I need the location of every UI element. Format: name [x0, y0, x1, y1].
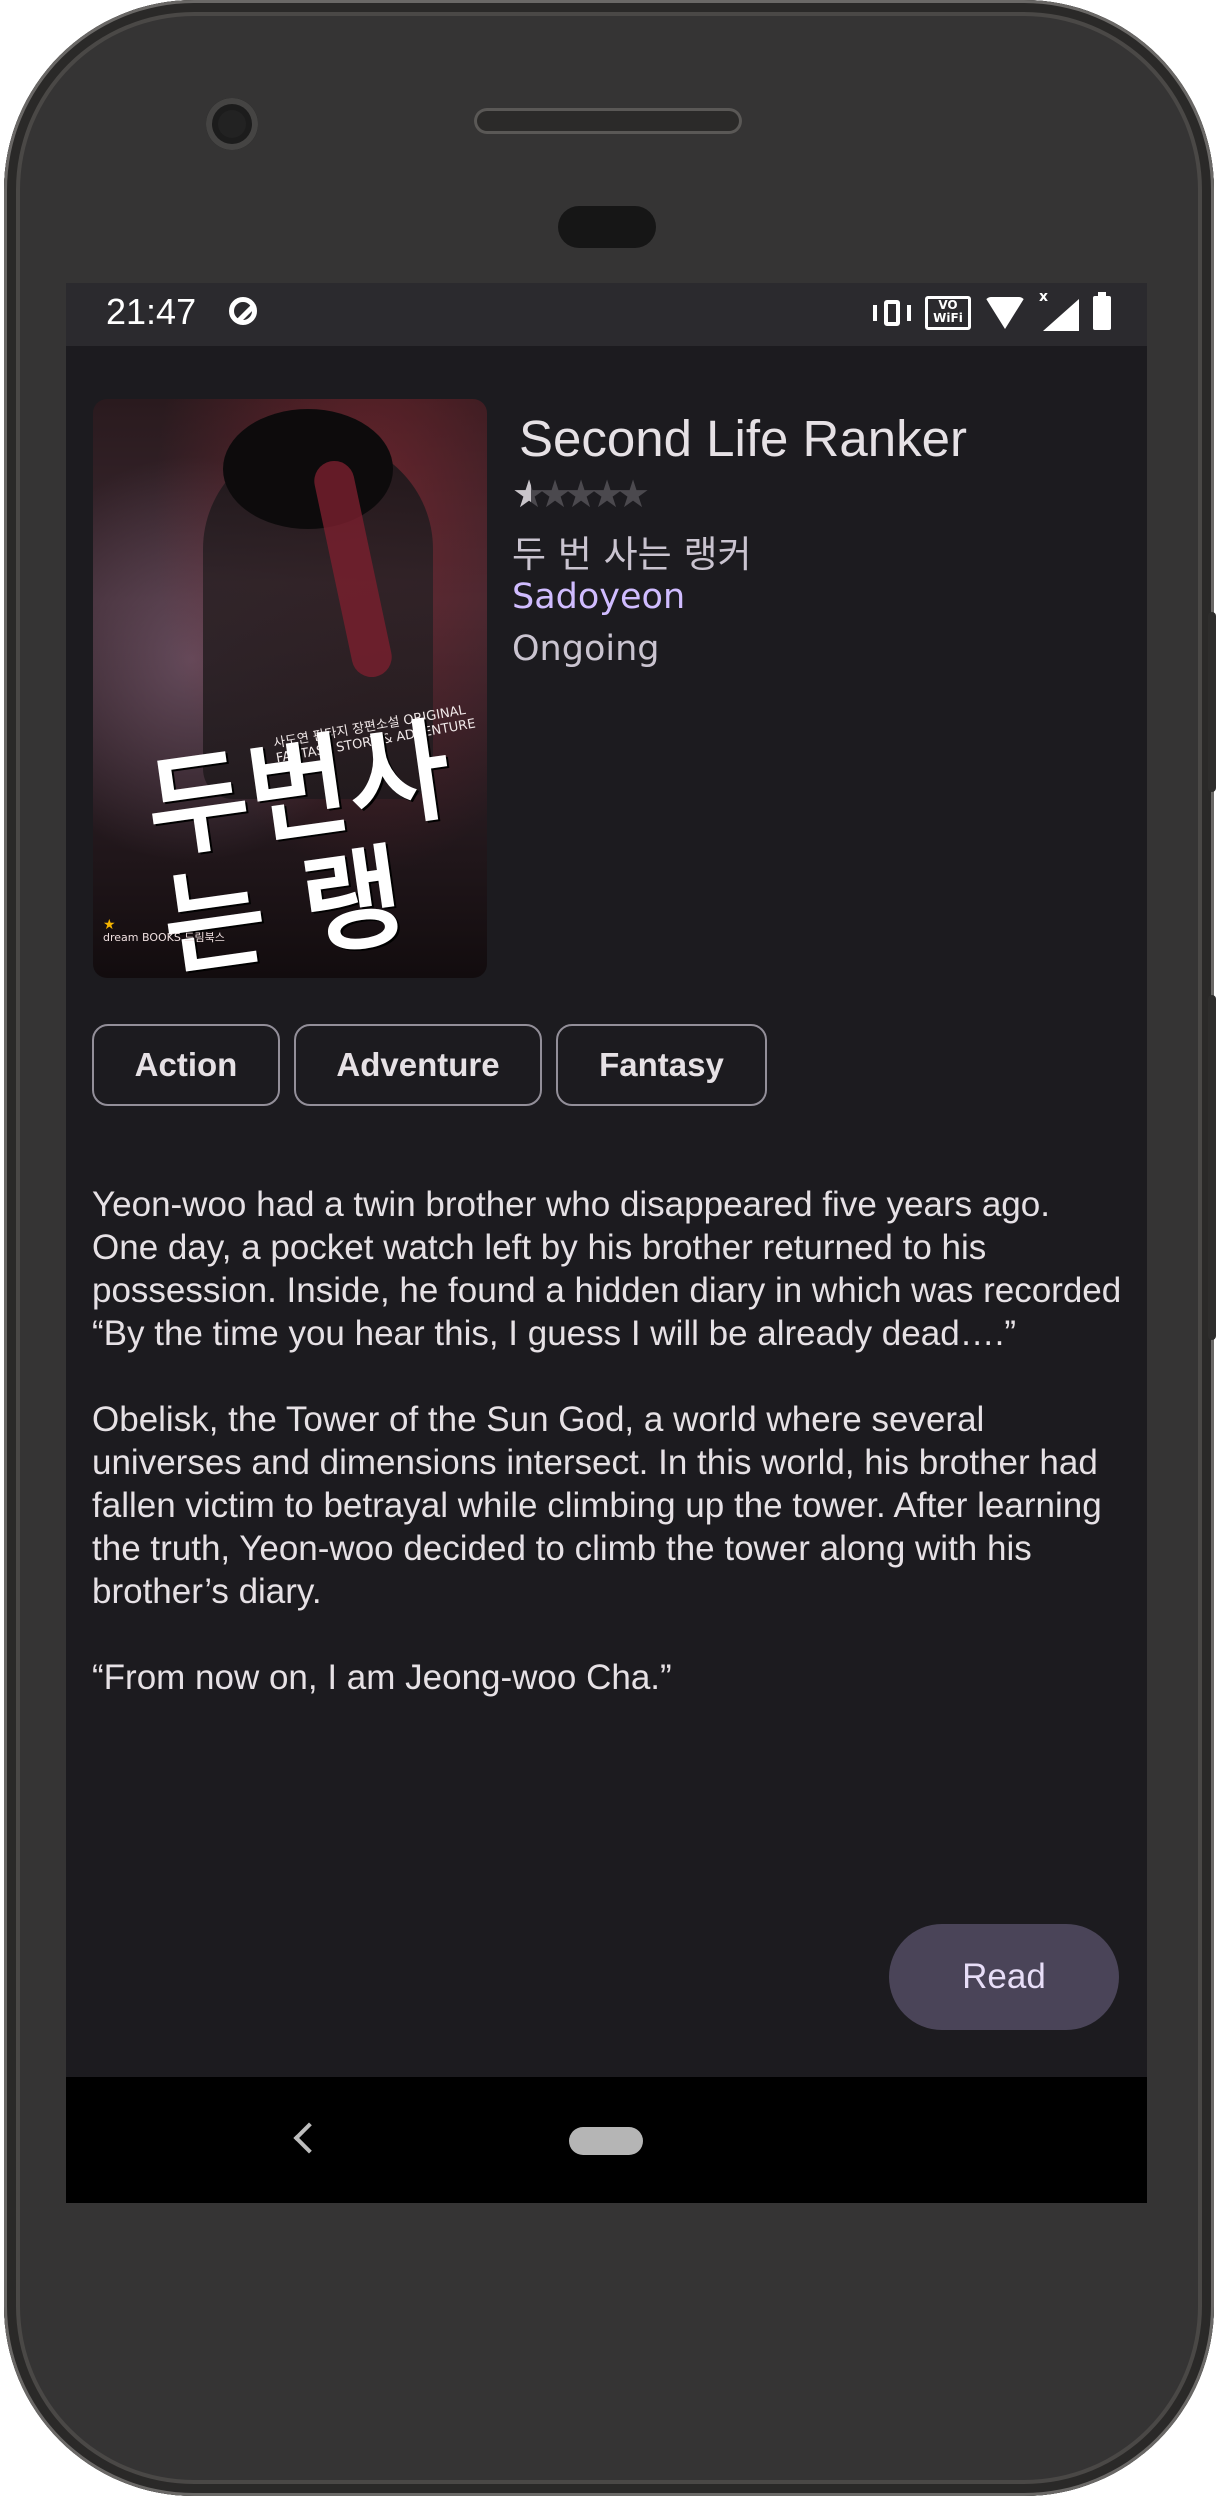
front-camera — [206, 98, 258, 150]
no-data-mark: x — [1039, 289, 1049, 305]
sync-icon — [229, 297, 257, 325]
earpiece-speaker — [474, 108, 742, 134]
rating-stars: ★ ★ ★ ★ ★ ★ — [512, 472, 722, 516]
battery-icon — [1093, 292, 1111, 330]
status-time: 21:47 — [106, 291, 197, 332]
genre-chip-adventure[interactable]: Adventure — [294, 1024, 542, 1106]
description: Yeon-woo had a twin brother who disappea… — [92, 1183, 1122, 1742]
author-link[interactable]: Sadoyeon — [512, 577, 685, 617]
signal-icon: x — [1039, 289, 1079, 331]
vowifi-bottom-text: WiFi — [933, 311, 963, 325]
navigation-bar — [66, 2077, 1147, 2203]
rating-star-icon: ★ — [616, 472, 651, 516]
genre-chip-action[interactable]: Action — [92, 1024, 280, 1106]
rating-star-filled-icon: ★ — [512, 476, 531, 512]
alternative-title: 두 번 사는 랭커 — [512, 533, 752, 576]
status-bar: 21:47 VO WiFi x — [66, 283, 1147, 346]
status-icons: VO WiFi x — [873, 289, 1111, 333]
wifi-icon — [985, 297, 1025, 329]
publication-status: Ongoing — [512, 629, 660, 669]
vowifi-icon: VO WiFi — [925, 296, 971, 330]
cover-character-hair — [223, 409, 393, 529]
back-icon[interactable] — [293, 2122, 325, 2154]
vibrate-icon — [873, 298, 911, 328]
description-paragraph: “From now on, I am Jeong-woo Cha.” — [92, 1658, 672, 1697]
home-pill-icon[interactable] — [569, 2127, 643, 2155]
cover-publisher: dream BOOKS 드림북스 — [103, 931, 225, 944]
cover-image[interactable]: 사도연 판타지 장편소설 ORIGINAL FANTASY STORY & AD… — [93, 399, 487, 978]
proximity-sensor — [558, 206, 656, 248]
cover-publisher-logo: ★ dream BOOKS 드림북스 — [103, 918, 225, 944]
power-button — [1208, 612, 1216, 792]
read-button[interactable]: Read — [889, 1924, 1119, 2030]
genre-chip-fantasy[interactable]: Fantasy — [556, 1024, 767, 1106]
description-paragraph: Yeon-woo had a twin brother who disappea… — [92, 1185, 1122, 1353]
genre-chips: Action Adventure Fantasy — [92, 1024, 767, 1106]
manga-title: Second Life Ranker — [519, 410, 967, 467]
vowifi-top-text: VO — [938, 298, 958, 312]
volume-button — [1208, 995, 1216, 1340]
description-paragraph: Obelisk, the Tower of the Sun God, a wor… — [92, 1400, 1102, 1611]
screen: 21:47 VO WiFi x 사도연 판타지 장편소설 ORIGINAL FA… — [66, 283, 1147, 2203]
